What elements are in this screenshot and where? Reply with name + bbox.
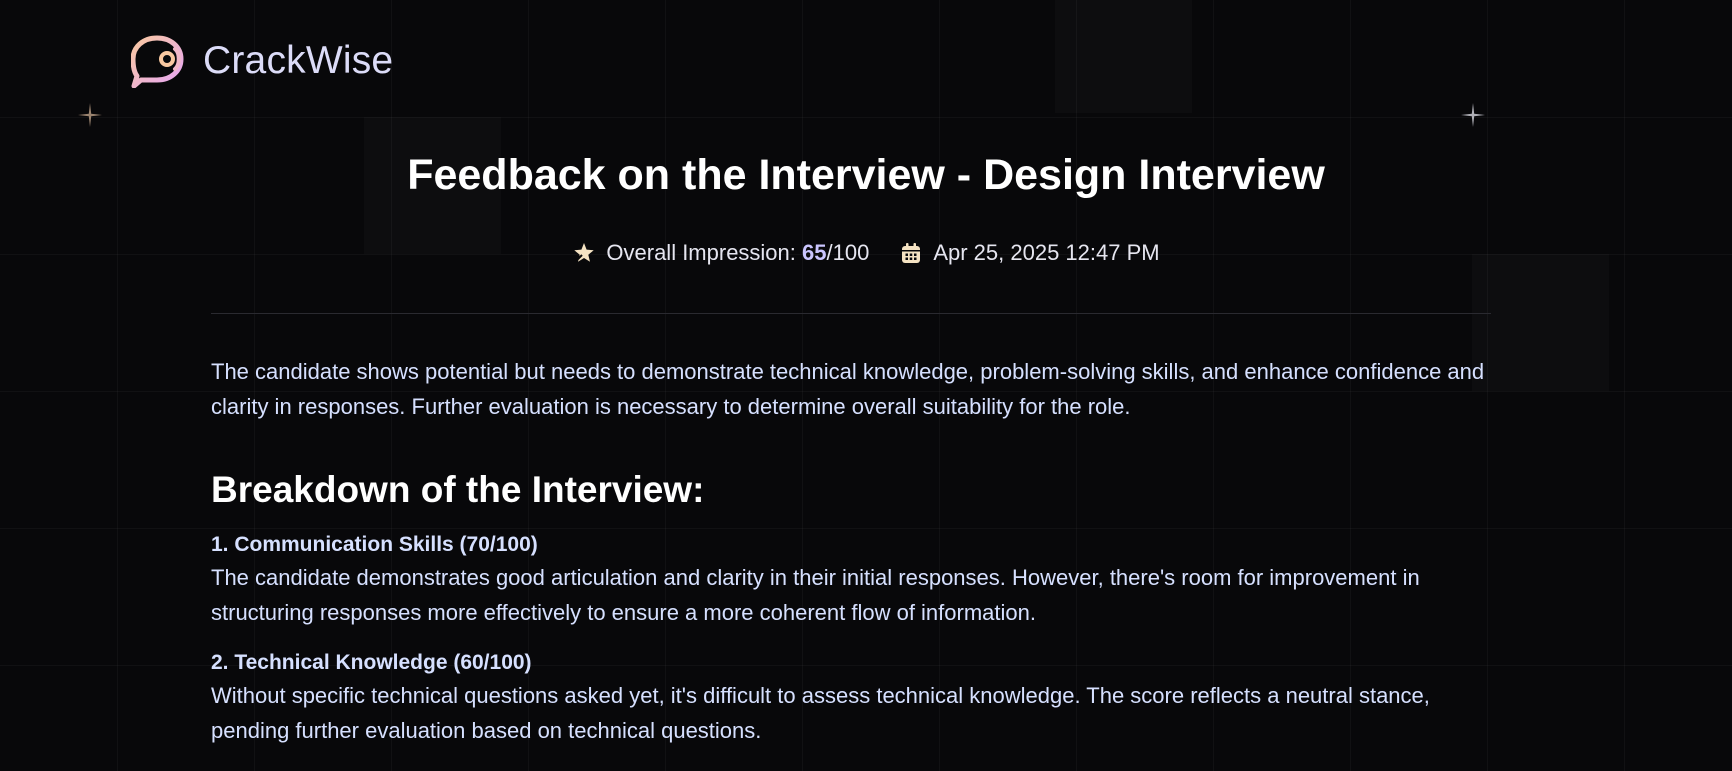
category-item: 2. Technical Knowledge (60/100) Without … bbox=[211, 648, 1491, 748]
page-title: Feedback on the Interview - Design Inter… bbox=[407, 151, 1325, 199]
feedback-meta: Overall Impression: 65/100 Apr 25, 2025 … bbox=[0, 240, 1732, 266]
overall-score-total: /100 bbox=[826, 240, 870, 265]
category-comment: The candidate demonstrates good articula… bbox=[211, 565, 1420, 625]
sparkle-icon bbox=[1461, 103, 1485, 127]
category-item: 1. Communication Skills (70/100) The can… bbox=[211, 530, 1491, 630]
breakdown-title: Breakdown of the Interview: bbox=[211, 469, 705, 510]
bg-tile bbox=[1472, 254, 1609, 391]
category-comment: Without specific technical questions ask… bbox=[211, 683, 1430, 743]
interview-date: Apr 25, 2025 12:47 PM bbox=[899, 240, 1160, 266]
brand-name: CrackWise bbox=[203, 39, 394, 82]
overall-score: 65 bbox=[802, 240, 827, 265]
chat-bubble-logo-icon bbox=[131, 35, 184, 88]
category-heading: 2. Technical Knowledge (60/100) bbox=[211, 651, 532, 674]
bg-tile bbox=[1055, 0, 1192, 113]
star-icon bbox=[574, 243, 595, 263]
divider bbox=[211, 313, 1491, 314]
calendar-icon bbox=[902, 243, 921, 263]
overall-impression: Overall Impression: 65/100 bbox=[572, 240, 869, 266]
interview-date-text: Apr 25, 2025 12:47 PM bbox=[933, 240, 1160, 265]
sparkle-icon bbox=[78, 103, 102, 127]
brand-logo[interactable]: CrackWise bbox=[131, 34, 393, 88]
feedback-content: The candidate shows potential but needs … bbox=[211, 354, 1491, 766]
category-heading: 1. Communication Skills (70/100) bbox=[211, 533, 538, 556]
final-assessment: The candidate shows potential but needs … bbox=[211, 359, 1485, 419]
overall-impression-label: Overall Impression: bbox=[606, 240, 803, 265]
